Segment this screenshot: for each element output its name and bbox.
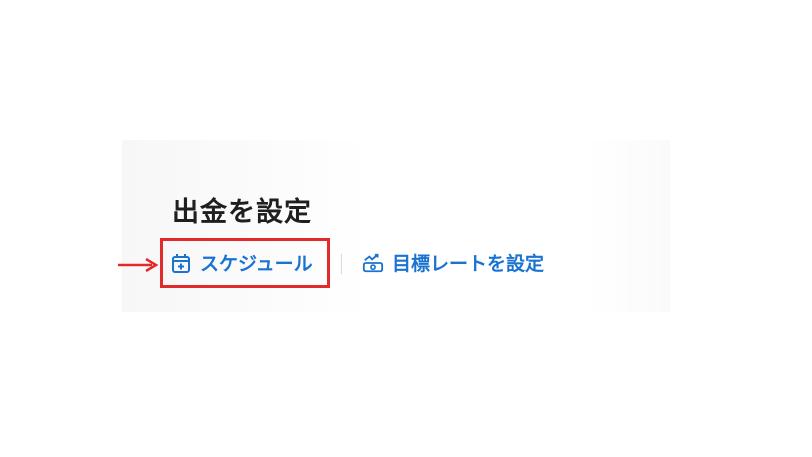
schedule-label: スケジュール	[200, 253, 313, 275]
red-arrow-icon	[118, 258, 159, 272]
target-rate-icon	[362, 252, 384, 274]
page: 出金を設定 スケジュール 目標レートを設定	[0, 0, 812, 457]
set-target-rate-button[interactable]: 目標レートを設定	[362, 249, 544, 276]
calendar-plus-icon	[170, 252, 192, 274]
target-rate-label: 目標レートを設定	[392, 253, 545, 275]
page-title: 出金を設定	[172, 197, 312, 228]
schedule-button[interactable]: スケジュール	[170, 249, 313, 276]
divider	[341, 254, 342, 274]
